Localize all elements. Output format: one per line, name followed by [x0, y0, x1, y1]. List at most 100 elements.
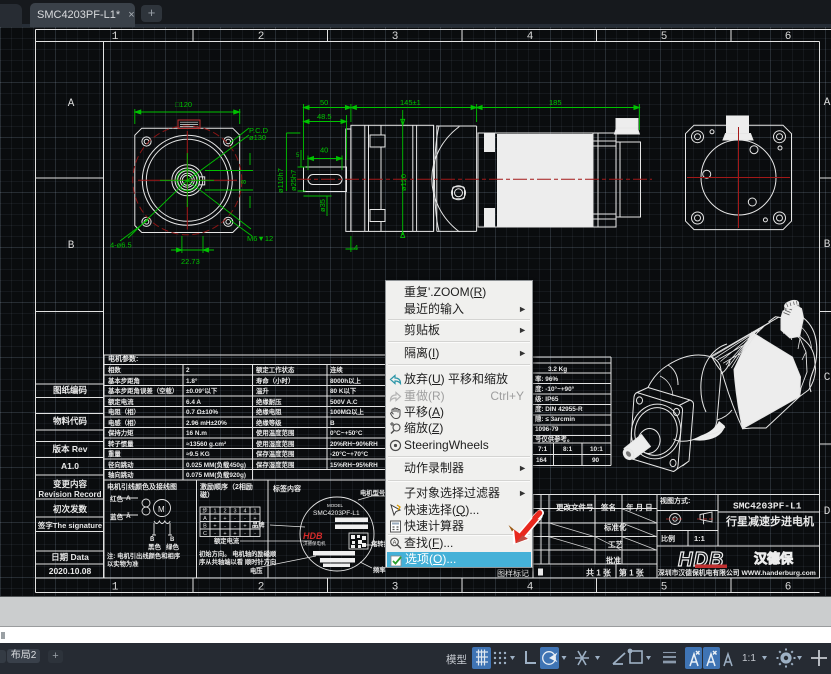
svg-text:比例: 比例 [661, 534, 675, 543]
svg-text:物料代码: 物料代码 [53, 416, 88, 426]
svg-text:80 K以下: 80 K以下 [330, 387, 357, 395]
svg-text:更改文件号: 更改文件号 [556, 502, 594, 512]
svg-text:+: + [213, 516, 216, 522]
svg-text:视图方式:: 视图方式: [660, 496, 690, 505]
svg-text:4: 4 [243, 509, 246, 515]
svg-text:+: + [223, 531, 226, 537]
svg-text:5: 5 [661, 582, 668, 594]
svg-text:电阻（相）: 电阻（相） [108, 407, 140, 416]
svg-text:≈9.5 KG: ≈9.5 KG [186, 451, 210, 458]
svg-text:B: B [170, 537, 175, 543]
svg-text:D: D [824, 506, 831, 518]
svg-text:-: - [214, 531, 216, 537]
svg-text:2: 2 [258, 31, 265, 43]
svg-text:年 月 日: 年 月 日 [626, 502, 653, 512]
svg-text:50: 50 [320, 98, 328, 107]
svg-text:度: DIN 42955-R: 度: DIN 42955-R [535, 404, 583, 413]
svg-text:A: A [393, 540, 397, 546]
svg-text:40: 40 [320, 146, 328, 155]
svg-text:B: B [203, 524, 207, 530]
svg-text:-: - [254, 531, 256, 537]
svg-text:相数: 相数 [108, 365, 121, 374]
svg-text:6: 6 [785, 31, 792, 43]
svg-text:SMC4203PF-L1: SMC4203PF-L1 [733, 501, 802, 512]
svg-text:22.73: 22.73 [181, 257, 200, 266]
svg-text:图样标记: 图样标记 [497, 568, 529, 578]
svg-text:500V A.C: 500V A.C [330, 399, 358, 406]
svg-text:蓝色: 蓝色 [110, 512, 124, 521]
svg-text:Ā: Ā [126, 512, 131, 520]
svg-text:±0.09°以下: ±0.09°以下 [186, 387, 218, 395]
svg-text:+: + [223, 516, 226, 522]
svg-text:使用湿度范围: 使用湿度范围 [255, 439, 295, 448]
svg-text:品牌: 品牌 [252, 520, 265, 529]
svg-text:0°C~+50°C: 0°C~+50°C [330, 429, 363, 437]
svg-text:率: 96%: 率: 96% [535, 374, 558, 383]
svg-text:ø25h7: ø25h7 [289, 170, 298, 191]
svg-text:标准化: 标准化 [603, 522, 627, 532]
svg-text:保存温度范围: 保存温度范围 [255, 449, 295, 458]
svg-text:红色: 红色 [110, 494, 124, 503]
svg-text:B: B [330, 420, 335, 427]
svg-text:标签内容: 标签内容 [272, 484, 301, 493]
svg-text:1: 1 [112, 31, 119, 43]
svg-text:保存湿度范围: 保存湿度范围 [255, 460, 295, 469]
svg-text:绿色: 绿色 [166, 542, 180, 551]
svg-text:保持力矩: 保持力矩 [107, 428, 134, 437]
svg-text:步: 步 [202, 508, 208, 515]
svg-text:C: C [824, 372, 831, 384]
svg-text:图纸编码: 图纸编码 [53, 385, 88, 395]
svg-text:ø130: ø130 [249, 133, 266, 142]
svg-text:2: 2 [223, 509, 226, 515]
svg-text:序从共轴端以看 顺时针方向: 序从共轴端以看 顺时针方向 [199, 557, 276, 566]
svg-text:Revision Record: Revision Record [38, 490, 101, 499]
svg-text:重量: 重量 [108, 449, 121, 458]
svg-text:注: 电机引出线颜色和相序: 注: 电机引出线颜色和相序 [107, 551, 181, 560]
svg-text:-: - [224, 524, 226, 530]
svg-text:16 N.m: 16 N.m [186, 430, 207, 437]
svg-text:ø110h7: ø110h7 [276, 168, 285, 193]
svg-text:-: - [244, 516, 246, 522]
svg-text:电感（相）: 电感（相） [108, 418, 140, 427]
svg-text:版本 Rev: 版本 Rev [52, 444, 88, 454]
svg-text:□120: □120 [175, 100, 192, 109]
svg-text:4: 4 [354, 243, 358, 252]
svg-text:额定电流: 额定电流 [214, 536, 240, 545]
svg-text:+: + [213, 524, 216, 530]
svg-text:8: 8 [239, 180, 248, 184]
svg-text:激励顺序（2相励: 激励顺序（2相励 [200, 482, 253, 491]
svg-text:3.2 Kg: 3.2 Kg [548, 366, 567, 373]
svg-text:4-ø6.5: 4-ø6.5 [110, 241, 132, 250]
svg-text:B̄: B̄ [150, 536, 155, 543]
svg-text:绝缘等级: 绝缘等级 [256, 418, 282, 427]
svg-text:90: 90 [592, 457, 600, 464]
svg-text:1: 1 [213, 509, 216, 515]
svg-text:-: - [234, 516, 236, 522]
svg-text:145±1: 145±1 [400, 98, 421, 107]
svg-text:8000h以上: 8000h以上 [330, 376, 362, 385]
svg-text:0.075 MM(负载920g): 0.075 MM(负载920g) [186, 470, 246, 479]
svg-text:温升: 温升 [256, 386, 269, 395]
svg-text:-: - [244, 531, 246, 537]
svg-text:20%RH~90%RH: 20%RH~90%RH [330, 441, 378, 448]
svg-text:A: A [68, 98, 75, 110]
svg-text:+: + [243, 524, 246, 530]
svg-text:-: - [234, 524, 236, 530]
svg-text:级: IP65: 级: IP65 [534, 394, 559, 403]
svg-text:电机引线颜色及接线图: 电机引线颜色及接线图 [107, 482, 177, 491]
svg-text:号仅供参考。: 号仅供参考。 [535, 434, 573, 443]
svg-text:2.96 mH±20%: 2.96 mH±20% [186, 420, 227, 427]
svg-text:15%RH~95%RH: 15%RH~95%RH [330, 462, 378, 469]
svg-text:M6▼12: M6▼12 [247, 234, 273, 243]
svg-text:SMC4203PF-L1: SMC4203PF-L1 [313, 510, 360, 517]
svg-text:M: M [158, 505, 165, 514]
svg-text:径向跳动: 径向跳动 [108, 460, 134, 469]
svg-text:ø120: ø120 [399, 174, 408, 191]
svg-text:1096-79: 1096-79 [535, 426, 559, 433]
svg-text:1: 1 [253, 509, 256, 515]
svg-text:绝缘电阻: 绝缘电阻 [256, 407, 282, 416]
svg-text:≈13560 g.cm²: ≈13560 g.cm² [186, 441, 226, 448]
svg-text:C: C [203, 531, 207, 537]
svg-text:连续: 连续 [330, 365, 343, 374]
svg-text:185: 185 [549, 98, 562, 107]
